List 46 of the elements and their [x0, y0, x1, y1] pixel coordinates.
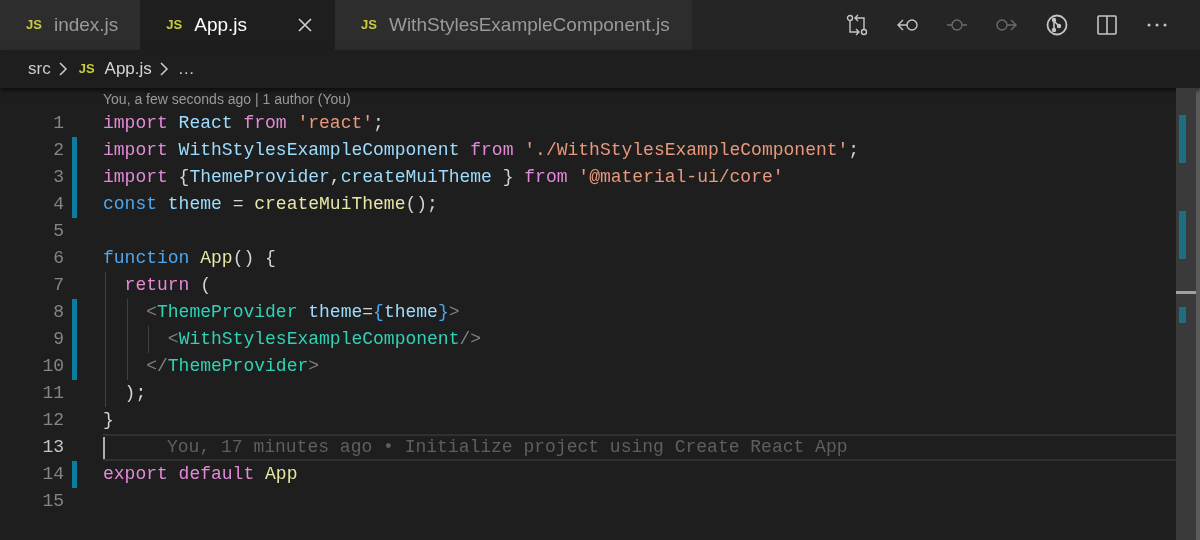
line-number: 10 — [41, 355, 64, 378]
code-line: import {ThemeProvider,createMuiTheme } from '@material-ui/core' — [103, 166, 784, 189]
js-file-icon: JS — [78, 59, 95, 79]
code-line: import React from 'react'; — [103, 112, 384, 135]
code-line: ); — [123, 382, 147, 405]
line-number: 11 — [41, 382, 64, 405]
split-editor-icon[interactable] — [1096, 14, 1118, 36]
chevron-icon — [157, 61, 170, 77]
code-line: <WithStylesExampleComponent/> — [166, 328, 482, 351]
code-line: const theme = createMuiTheme(); — [103, 193, 438, 216]
close-icon[interactable] — [297, 17, 314, 33]
line-number: 2 — [52, 139, 64, 162]
line-number: 4 — [52, 193, 64, 216]
line-number: 1 — [52, 112, 64, 135]
breadcrumb-symbol[interactable]: … — [177, 56, 195, 82]
line-number: 13 — [41, 436, 64, 459]
line-number: 7 — [52, 274, 64, 297]
text-cursor — [103, 436, 105, 459]
breadcrumb-folder[interactable]: src — [28, 56, 51, 82]
line-number: 3 — [52, 166, 64, 189]
js-file-icon: JS — [361, 15, 377, 35]
code-line: return ( — [123, 274, 212, 297]
code-line: function App() { — [103, 247, 276, 270]
js-file-icon: JS — [166, 15, 183, 35]
code-line: import WithStylesExampleComponent from './WithStylesExampleComponent'; — [103, 139, 860, 162]
code-line: export default App — [103, 463, 298, 486]
line-number: 12 — [41, 409, 64, 432]
chevron-icon — [56, 61, 69, 77]
blame-annotation: You, 17 minutes ago • Initialize project using Create React App — [167, 436, 848, 459]
line-number: 8 — [52, 301, 64, 324]
codelens-text[interactable]: You, a few seconds ago | 1 author (You) — [103, 88, 351, 110]
code-line: } — [103, 409, 114, 432]
git-graph-icon[interactable] — [1046, 14, 1068, 36]
code-line: <ThemeProvider theme={theme}> — [145, 301, 460, 324]
code-line: </ThemeProvider> — [145, 355, 320, 378]
line-number: 14 — [41, 463, 64, 486]
js-file-icon: JS — [26, 15, 42, 35]
line-number: 15 — [41, 490, 64, 513]
breadcrumb-file[interactable]: App.js — [104, 56, 152, 82]
compare-icon[interactable] — [846, 14, 868, 36]
line-number: 6 — [52, 247, 64, 270]
line-number: 9 — [52, 328, 64, 351]
editor-tab[interactable]: JS index.js — [0, 0, 141, 50]
editor-tab[interactable]: JS WithStylesExampleComponent.js — [335, 0, 692, 50]
editor-tab[interactable]: JS App.js — [140, 0, 336, 50]
line-number: 5 — [52, 220, 64, 243]
